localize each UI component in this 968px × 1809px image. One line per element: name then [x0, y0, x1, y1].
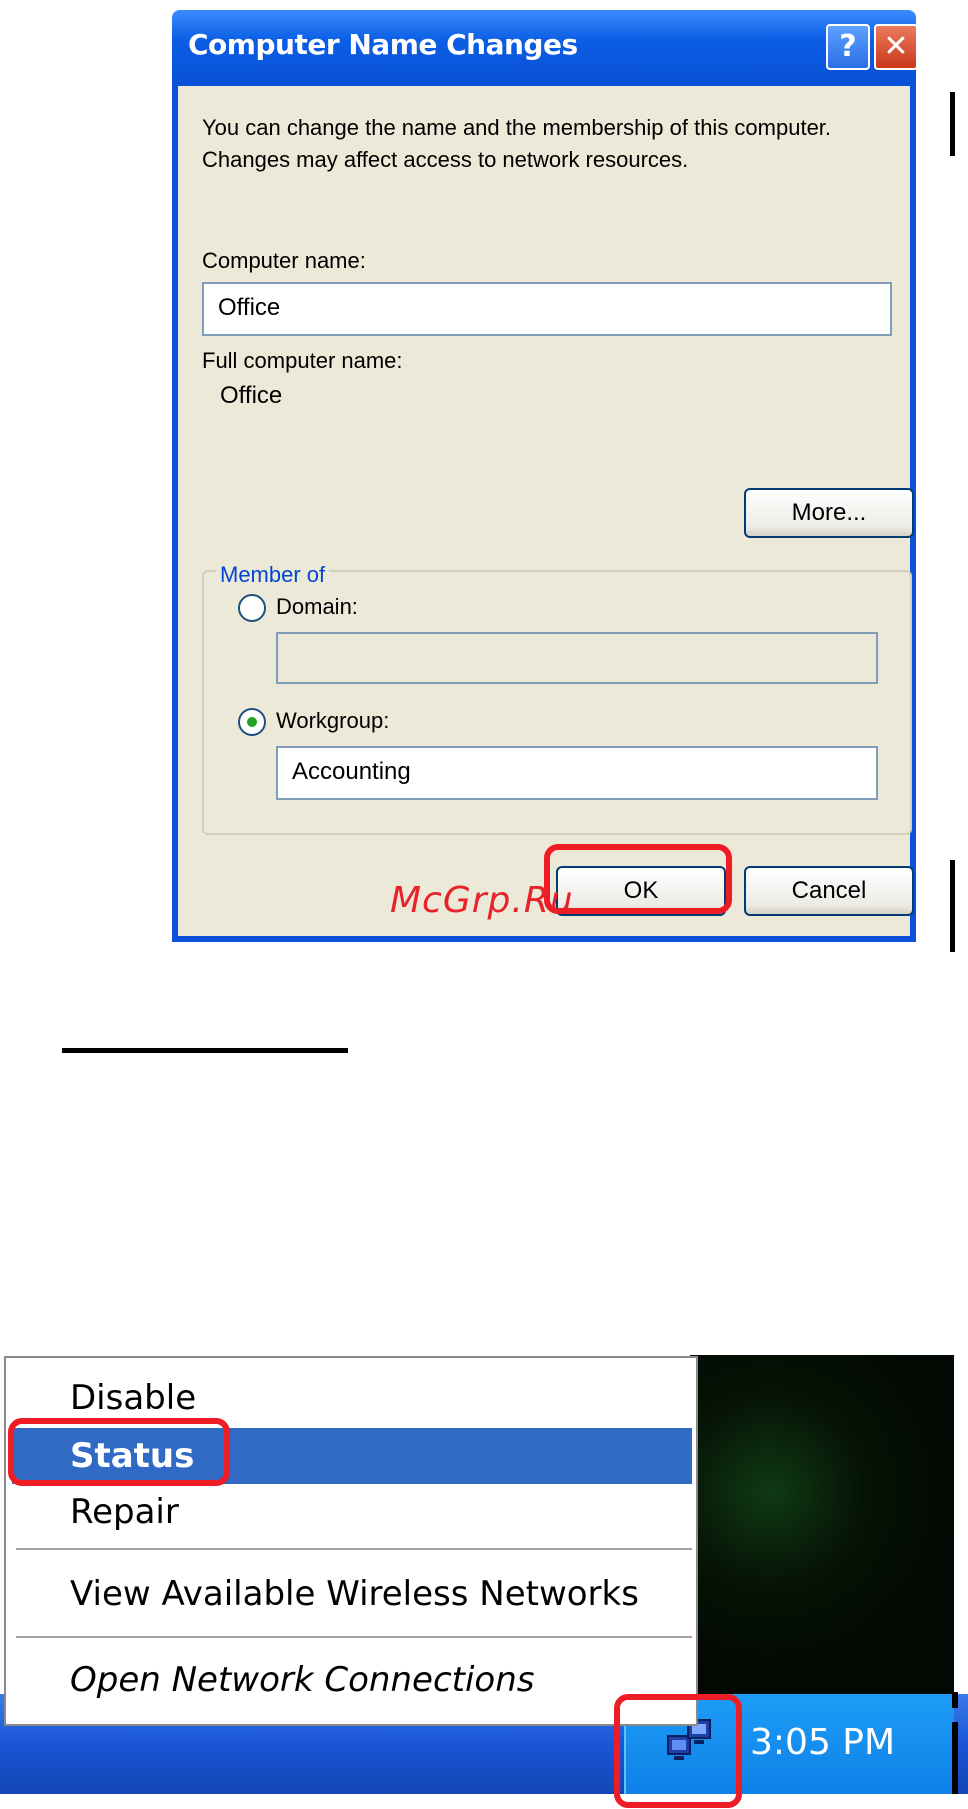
domain-label: Domain:	[276, 594, 358, 619]
underline-rule	[62, 1048, 348, 1053]
menu-item-view-wireless-networks[interactable]: View Available Wireless Networks	[12, 1566, 692, 1622]
edge-mark	[952, 1722, 958, 1794]
dialog-title: Computer Name Changes	[188, 28, 578, 61]
menu-separator	[16, 1548, 692, 1552]
more-button[interactable]: More...	[744, 488, 914, 538]
menu-separator	[16, 1636, 692, 1640]
menu-item-open-network-connections[interactable]: Open Network Connections	[12, 1652, 692, 1708]
workgroup-radio[interactable]	[238, 708, 266, 736]
menu-item-repair[interactable]: Repair	[12, 1484, 692, 1540]
dialog-client-area: You can change the name and the membersh…	[178, 86, 914, 936]
member-of-title: Member of	[216, 562, 330, 588]
workgroup-label: Workgroup:	[276, 708, 390, 733]
help-icon: ?	[839, 29, 857, 64]
edge-mark	[952, 1692, 958, 1708]
close-icon: ✕	[883, 29, 909, 64]
help-button[interactable]: ?	[826, 24, 870, 70]
full-computer-name-value: Office	[220, 382, 283, 409]
full-computer-name-label: Full computer name:	[202, 348, 403, 373]
taskbar-clock[interactable]: 3:05 PM	[750, 1722, 895, 1763]
edge-mark	[950, 92, 955, 156]
computer-name-input[interactable]: Office	[202, 282, 892, 336]
desktop-background	[690, 1355, 954, 1695]
workgroup-radio-dot	[247, 717, 257, 727]
dialog-title-bar[interactable]: Computer Name Changes ? ✕	[172, 10, 918, 86]
watermark: McGrp.Ru	[390, 880, 574, 921]
computer-name-label: Computer name:	[202, 248, 366, 273]
domain-input[interactable]	[276, 632, 878, 684]
workgroup-input[interactable]: Accounting	[276, 746, 878, 800]
edge-mark	[950, 860, 955, 952]
computer-name-changes-dialog: Computer Name Changes ? ✕ You can change…	[172, 10, 918, 942]
cancel-button[interactable]: Cancel	[744, 866, 914, 916]
domain-radio[interactable]	[238, 594, 266, 622]
close-button[interactable]: ✕	[874, 24, 918, 70]
dialog-description: You can change the name and the membersh…	[202, 115, 832, 172]
network-context-menu: Disable Status Repair View Available Wir…	[4, 1356, 698, 1726]
status-highlight-box	[8, 1418, 230, 1486]
tray-icon-highlight-box	[614, 1694, 742, 1808]
